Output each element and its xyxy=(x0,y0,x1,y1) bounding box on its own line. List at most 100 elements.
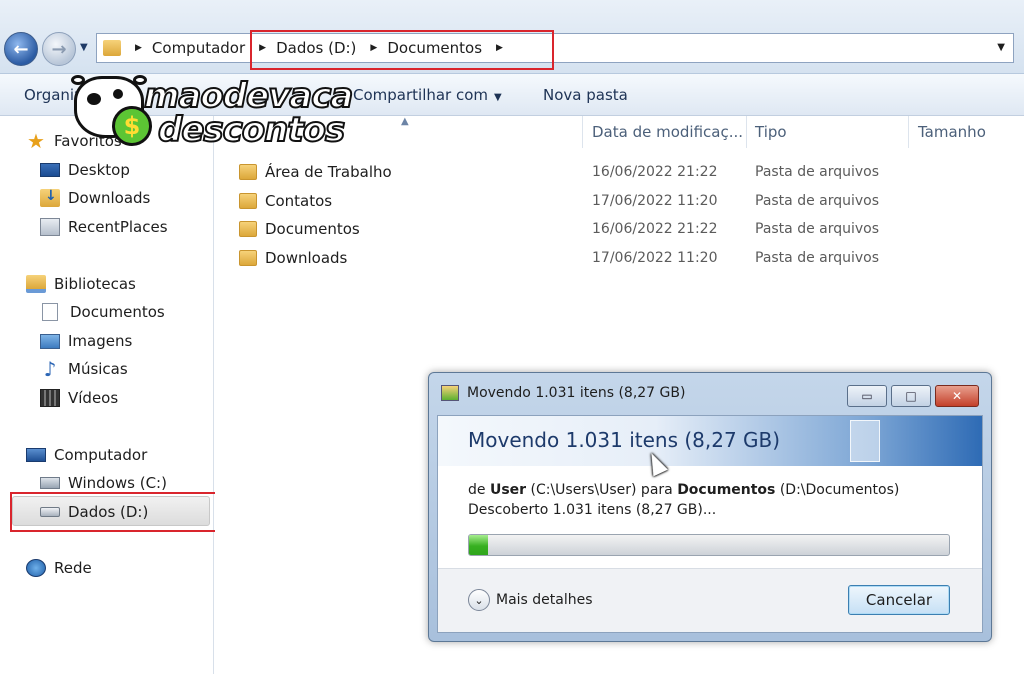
new-folder-button[interactable]: Nova pasta xyxy=(543,86,628,104)
chevron-down-icon: ⌄ xyxy=(468,589,490,611)
computer-icon xyxy=(26,448,46,462)
column-separator xyxy=(582,116,583,148)
forward-button[interactable]: → xyxy=(42,32,76,66)
move-source-dest: de User (C:\Users\User) para Documentos … xyxy=(468,482,899,498)
highlight-box-address xyxy=(250,30,554,70)
sidebar-label: Rede xyxy=(54,559,92,577)
sidebar-item-windows-c[interactable]: Windows (C:) xyxy=(40,474,167,492)
maximize-icon: □ xyxy=(905,389,917,403)
sidebar-label: Computador xyxy=(54,446,148,464)
system-drive-icon xyxy=(40,477,60,489)
recent-places-icon xyxy=(40,218,60,236)
pictures-icon xyxy=(40,333,60,349)
move-progress-dialog: Movendo 1.031 itens (8,27 GB) ▭ □ ✕ Move… xyxy=(428,372,992,642)
sidebar-item-videos[interactable]: Vídeos xyxy=(40,389,118,407)
close-button[interactable]: ✕ xyxy=(935,385,979,407)
logo-text-bottom: descontos xyxy=(157,109,346,151)
source-path: (C:\Users\User) para xyxy=(526,482,678,498)
file-name: Área de Trabalho xyxy=(265,163,392,181)
cow-spot xyxy=(113,89,123,99)
libraries-icon xyxy=(26,275,46,293)
file-row[interactable]: Área de Trabalho 16/06/2022 21:22 Pasta … xyxy=(239,159,1009,185)
destination-path: (D:\Documentos) xyxy=(775,482,900,498)
maximize-button[interactable]: □ xyxy=(891,385,931,407)
sidebar-libraries[interactable]: Bibliotecas xyxy=(26,275,136,293)
sidebar-label: Imagens xyxy=(68,332,133,350)
from-prefix: de xyxy=(468,482,490,498)
dialog-header: Movendo 1.031 itens (8,27 GB) xyxy=(438,416,982,466)
sidebar-label: Downloads xyxy=(68,189,151,207)
dialog-titlebar: Movendo 1.031 itens (8,27 GB) xyxy=(441,385,685,401)
decorative-glass xyxy=(850,420,880,462)
sidebar-item-documentos[interactable]: Documentos xyxy=(42,303,165,321)
more-details-label: Mais detalhes xyxy=(496,592,593,608)
file-type: Pasta de arquivos xyxy=(755,221,880,237)
more-details-toggle[interactable]: ⌄ Mais detalhes xyxy=(468,589,593,611)
sidebar-item-desktop[interactable]: Desktop xyxy=(40,161,130,179)
file-date: 16/06/2022 21:22 xyxy=(592,221,718,237)
arrow-left-icon: ← xyxy=(13,38,29,60)
file-type: Pasta de arquivos xyxy=(755,164,880,180)
file-row[interactable]: Documentos 16/06/2022 21:22 Pasta de arq… xyxy=(239,216,1009,242)
navigation-pane: ★Favoritos Desktop Downloads RecentPlace… xyxy=(0,116,214,674)
sidebar-computer[interactable]: Computador xyxy=(26,446,147,464)
document-icon xyxy=(42,303,58,321)
sidebar-item-recentplaces[interactable]: RecentPlaces xyxy=(40,218,168,236)
sort-up-icon: ▲ xyxy=(401,116,409,127)
address-bar[interactable]: ▶ Computador ▶ Dados (D:) ▶ Documentos ▶ ▼ xyxy=(96,33,1014,63)
file-date: 17/06/2022 11:20 xyxy=(592,193,718,209)
address-dropdown-icon[interactable]: ▼ xyxy=(997,42,1005,53)
column-header-size[interactable]: Tamanho xyxy=(918,123,986,141)
contacts-folder-icon xyxy=(239,193,257,209)
recent-pages-dropdown[interactable]: ▼ xyxy=(80,42,88,53)
sidebar-network[interactable]: Rede xyxy=(26,559,92,577)
share-label: Compartilhar com xyxy=(353,86,489,104)
downloads-icon xyxy=(40,188,60,207)
cancel-label: Cancelar xyxy=(865,591,933,609)
file-row[interactable]: Contatos 17/06/2022 11:20 Pasta de arqui… xyxy=(239,188,1009,214)
cow-ear xyxy=(71,75,85,85)
minimize-button[interactable]: ▭ xyxy=(847,385,887,407)
destination-link[interactable]: Documentos xyxy=(677,482,775,498)
progress-bar xyxy=(468,534,950,556)
music-note-icon: ♪ xyxy=(43,357,57,381)
sidebar-label: Bibliotecas xyxy=(54,275,136,293)
minimize-icon: ▭ xyxy=(861,389,873,403)
file-date: 17/06/2022 11:20 xyxy=(592,250,718,266)
new-folder-label: Nova pasta xyxy=(543,86,628,104)
sidebar-item-downloads[interactable]: Downloads xyxy=(40,188,151,207)
column-header-date[interactable]: Data de modificaç... xyxy=(592,123,743,141)
breadcrumb-computer[interactable]: ▶ Computador xyxy=(131,39,245,57)
sidebar-label: Documentos xyxy=(70,303,165,321)
cow-spot xyxy=(87,93,101,105)
sidebar-label: Vídeos xyxy=(68,389,119,407)
sidebar-item-musicas[interactable]: ♪ Músicas xyxy=(40,357,128,381)
dialog-title: Movendo 1.031 itens (8,27 GB) xyxy=(467,385,686,401)
cancel-button[interactable]: Cancelar xyxy=(848,585,950,615)
dialog-footer: ⌄ Mais detalhes Cancelar xyxy=(438,568,982,632)
film-icon xyxy=(40,389,60,407)
move-icon xyxy=(441,385,459,401)
sidebar-label: Músicas xyxy=(68,360,128,378)
dialog-heading: Movendo 1.031 itens (8,27 GB) xyxy=(468,428,781,452)
file-row[interactable]: Downloads 17/06/2022 11:20 Pasta de arqu… xyxy=(239,245,1009,271)
arrow-right-icon: → xyxy=(51,38,67,60)
sidebar-label: Windows (C:) xyxy=(68,474,167,492)
file-name: Downloads xyxy=(265,249,348,267)
close-icon: ✕ xyxy=(951,389,963,403)
progress-fill xyxy=(469,535,489,555)
column-label: Tamanho xyxy=(918,123,986,141)
share-button[interactable]: Compartilhar com ▼ xyxy=(353,86,502,104)
back-button[interactable]: ← xyxy=(4,32,38,66)
column-header-type[interactable]: Tipo xyxy=(755,123,787,141)
network-icon xyxy=(26,559,46,577)
sidebar-item-imagens[interactable]: Imagens xyxy=(40,332,132,350)
caret-down-icon: ▼ xyxy=(494,92,502,103)
file-date: 16/06/2022 21:22 xyxy=(592,164,718,180)
column-label: Tipo xyxy=(755,123,787,141)
column-label: Data de modificaç... xyxy=(592,123,744,141)
desktop-icon xyxy=(40,163,60,177)
status-text: Descoberto 1.031 itens (8,27 GB)... xyxy=(468,502,717,518)
source-link[interactable]: User xyxy=(490,482,526,498)
folder-icon xyxy=(103,40,121,56)
